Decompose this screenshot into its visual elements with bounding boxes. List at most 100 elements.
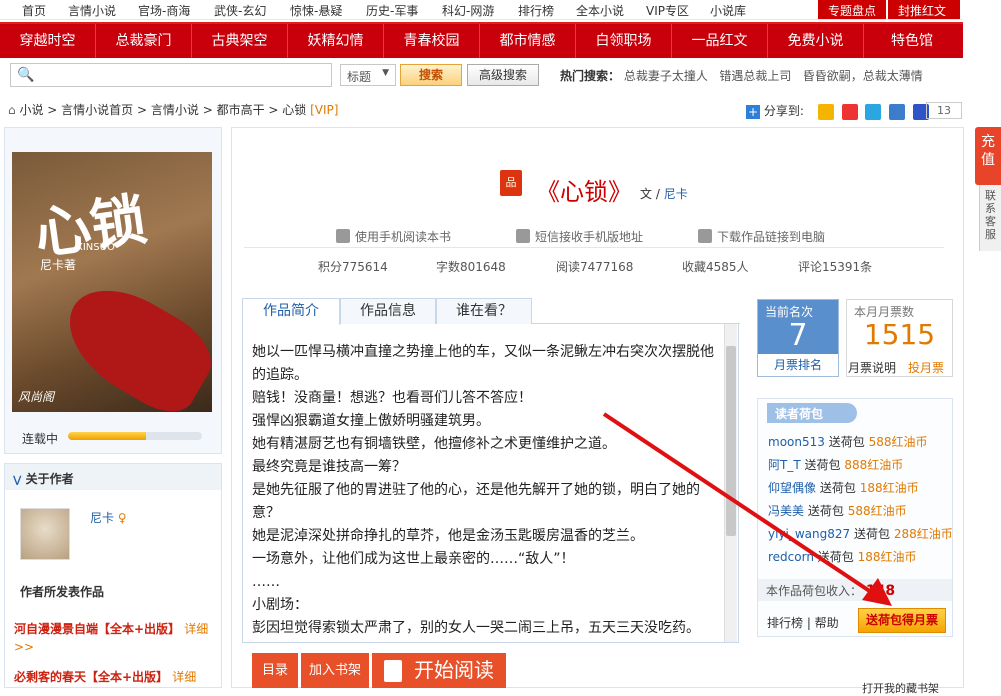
pouch-user[interactable]: 仰望偶像: [768, 481, 816, 495]
plus-icon[interactable]: +: [746, 104, 760, 119]
intro-panel: 她以一匹悍马横冲直撞之势撞上他的车，又似一条泥鳅左冲右突次次摆脱他的追踪。 赔钱…: [242, 323, 739, 643]
female-icon: ♀: [117, 511, 127, 525]
pouch-row: 阿T_T 送荷包 888红油币: [768, 456, 903, 473]
nav-ranking[interactable]: 排行榜: [518, 2, 554, 19]
hot-search: 热门搜索： 总裁妻子太撞人 错遇总裁上司 昏昏欲嗣，总裁太薄情: [560, 67, 923, 84]
pouch-total-value: 148: [865, 583, 896, 599]
author-work-title[interactable]: 河自漫漫景自端【全本+出版】: [14, 622, 180, 636]
pouch-action: 送荷包: [819, 481, 856, 495]
channel-item[interactable]: 白领职场: [576, 24, 672, 58]
nav-featured[interactable]: 封推红文: [888, 0, 960, 19]
channel-item[interactable]: 免费小说: [768, 24, 864, 58]
scrollbar-thumb[interactable]: [726, 346, 736, 536]
nav-wuxia[interactable]: 武侠-玄幻: [214, 2, 266, 19]
tab-info[interactable]: 作品信息: [340, 298, 436, 324]
author-work-more[interactable]: 详细: [172, 670, 196, 684]
nav-romance[interactable]: 言情小说: [68, 2, 116, 19]
nav-thriller[interactable]: 惊悚-悬疑: [290, 2, 342, 19]
renren-icon[interactable]: [889, 103, 906, 120]
serial-status: 连载中: [22, 432, 59, 446]
nav-scifi[interactable]: 科幻-网游: [442, 2, 494, 19]
author-name[interactable]: 尼卡 ♀: [90, 509, 127, 526]
breadcrumb-item[interactable]: 言情小说首页: [61, 103, 133, 117]
channel-item[interactable]: 都市情感: [480, 24, 576, 58]
nav-officialdom[interactable]: 官场-商海: [138, 2, 190, 19]
breadcrumb-item[interactable]: 心锁: [282, 103, 306, 117]
nav-complete[interactable]: 全本小说: [576, 2, 624, 19]
recharge-tab[interactable]: 充值: [975, 127, 1001, 185]
tab-readers[interactable]: 谁在看？: [436, 298, 532, 324]
search-type-value: 标题: [347, 70, 372, 84]
top-nav: 首页 言情小说 官场-商海 武侠-玄幻 惊悚-悬疑 历史-军事 科幻-网游 排行…: [0, 0, 963, 20]
nav-home[interactable]: 首页: [22, 2, 46, 19]
send-pouch-button[interactable]: 送荷包得月票: [858, 608, 946, 633]
channel-item[interactable]: 穿越时空: [0, 24, 96, 58]
book-author-link[interactable]: 尼卡: [664, 187, 688, 201]
nav-vip[interactable]: VIP专区: [646, 2, 689, 19]
cover-publisher: 风尚阁: [18, 390, 55, 404]
monthly-ticket-help[interactable]: 月票说明: [848, 359, 896, 376]
author-header-title: 关于作者: [25, 472, 74, 486]
pouch-user[interactable]: 冯美美: [768, 504, 804, 518]
pouch-total-label: 本作品荷包收入：: [766, 584, 863, 598]
channel-item[interactable]: 青春校园: [384, 24, 480, 58]
channel-item[interactable]: 特色馆: [864, 24, 960, 58]
open-shelf-link[interactable]: 打开我的藏书架: [862, 680, 939, 696]
channel-item[interactable]: 古典架空: [192, 24, 288, 58]
nav-library[interactable]: 小说库: [710, 2, 746, 19]
pouch-user[interactable]: 阿T_T: [768, 458, 801, 472]
mobile-read-link[interactable]: 使用手机阅读本书: [336, 228, 451, 245]
author-work-title[interactable]: 必剩客的春天【全本+出版】: [14, 670, 168, 684]
download-link[interactable]: 下载作品链接到电脑: [698, 228, 825, 245]
pouch-action: 送荷包: [804, 458, 841, 472]
pouch-gift: 188红油币: [857, 550, 917, 564]
channel-item[interactable]: 一品红文: [672, 24, 768, 58]
search-button[interactable]: 搜索: [400, 64, 462, 86]
stat-words: 字数801648: [436, 260, 506, 274]
tencent-icon[interactable]: [865, 103, 882, 120]
home-icon: ⌂: [8, 103, 16, 117]
weibo-icon[interactable]: [841, 103, 858, 120]
intro-scrollbar[interactable]: [724, 324, 737, 642]
tab-intro[interactable]: 作品简介: [242, 298, 340, 325]
book-cover[interactable]: 心锁 XINSUO 尼卡著 风尚阁: [12, 152, 212, 412]
qzone-icon[interactable]: [817, 103, 834, 120]
share-label: 分享到:: [763, 104, 804, 118]
avatar[interactable]: [20, 508, 70, 560]
stat-points: 积分775614: [318, 260, 388, 274]
customer-service-tab[interactable]: 联系客服: [979, 185, 1001, 251]
directory-button[interactable]: 目录: [252, 653, 298, 688]
hot-search-link[interactable]: 总裁妻子太撞人: [624, 69, 708, 83]
chevron-down-icon: ⋁: [13, 475, 22, 486]
channel-item[interactable]: 总裁豪门: [96, 24, 192, 58]
pouch-user[interactable]: yiyi_wang827: [768, 527, 850, 541]
search-type-select[interactable]: 标题 ▼: [340, 64, 396, 86]
author-header[interactable]: ⋁ 关于作者: [5, 464, 221, 490]
hot-search-link[interactable]: 昏昏欲嗣，总裁太薄情: [803, 69, 923, 83]
book-title: 《心锁》: [536, 178, 632, 206]
pouch-user[interactable]: moon513: [768, 435, 825, 449]
breadcrumb-item[interactable]: 言情小说: [151, 103, 199, 117]
pouch-user[interactable]: redcorn: [768, 550, 814, 564]
advanced-search-button[interactable]: 高级搜索: [467, 64, 539, 86]
pouch-rank-help[interactable]: 排行榜 | 帮助: [767, 614, 839, 631]
intro-line: 赔钱！没商量！想逃？也看哥们儿答不答应！: [252, 390, 532, 406]
rank-button[interactable]: 月票排名: [758, 354, 838, 376]
sms-link[interactable]: 短信接收手机版地址: [516, 228, 643, 245]
vote-monthly-ticket[interactable]: 投月票: [908, 359, 944, 376]
nav-history[interactable]: 历史-军事: [366, 2, 418, 19]
nav-topics[interactable]: 专题盘点: [818, 0, 886, 19]
author-work-item[interactable]: 必剩客的春天【全本+出版】 详细: [14, 668, 219, 686]
author-work-item[interactable]: 河自漫漫景自端【全本+出版】 详细>>: [14, 620, 219, 656]
breadcrumb-item[interactable]: 小说: [19, 103, 43, 117]
intro-text: 她以一匹悍马横冲直撞之势撞上他的车，又似一条泥鳅左冲右突次次摆脱他的追踪。 赔钱…: [252, 341, 722, 640]
channel-item[interactable]: 妖精幻情: [288, 24, 384, 58]
hot-search-link[interactable]: 错遇总裁上司: [719, 69, 791, 83]
start-reading-button[interactable]: 开始阅读: [372, 653, 506, 688]
search-input[interactable]: 🔍: [10, 63, 332, 87]
pouch-row: yiyi_wang827 送荷包 288红油币: [768, 525, 953, 542]
pouch-gift: 588红油币: [868, 435, 928, 449]
breadcrumb-item[interactable]: 都市高干: [217, 103, 265, 117]
add-to-shelf-button[interactable]: 加入书架: [301, 653, 369, 688]
pouch-row: redcorn 送荷包 188红油币: [768, 548, 917, 565]
